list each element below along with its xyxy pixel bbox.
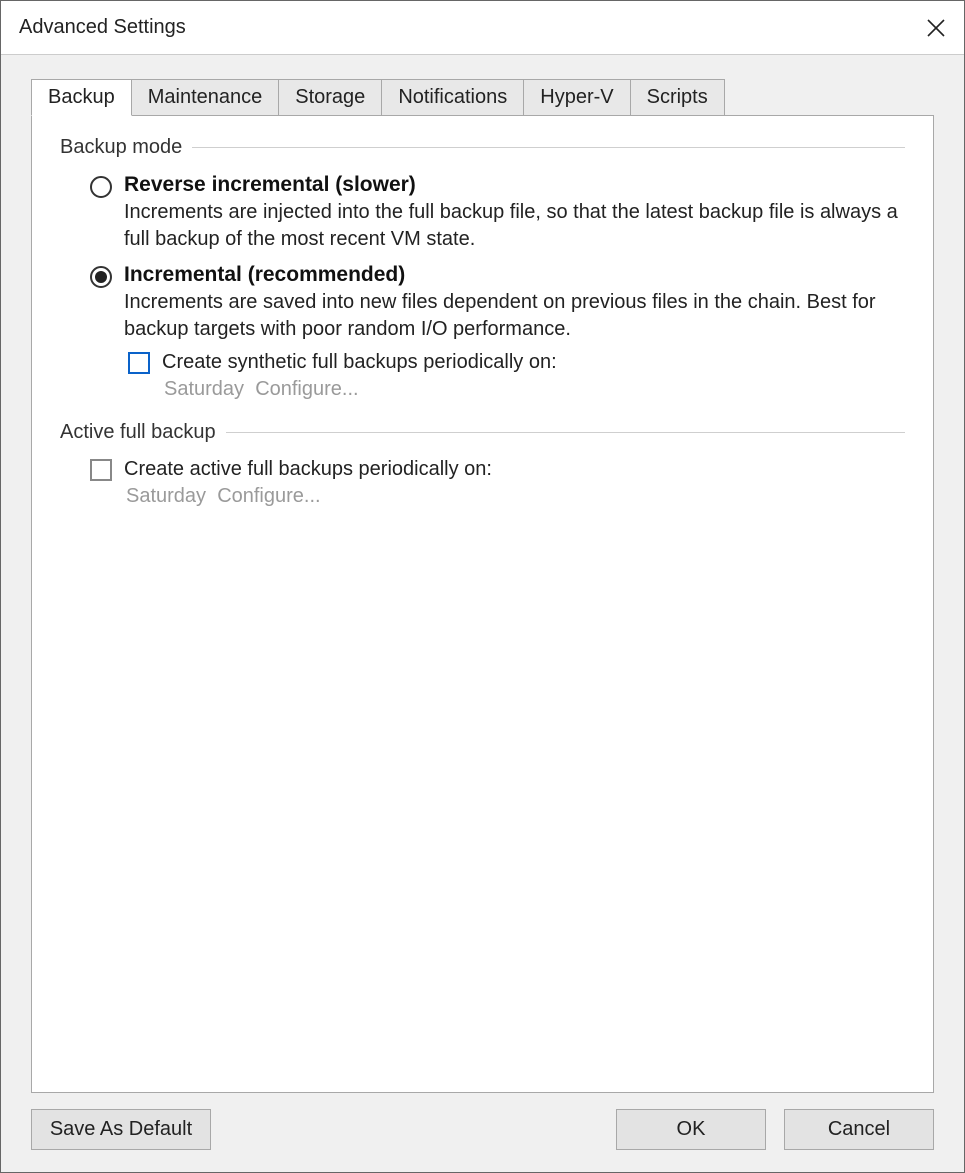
tab-storage[interactable]: Storage [278, 79, 382, 116]
window-title: Advanced Settings [19, 16, 186, 39]
checkbox-synthetic-full[interactable] [128, 352, 150, 374]
close-icon[interactable] [908, 1, 964, 55]
radio-reverse-incremental[interactable] [90, 176, 112, 198]
button-bar: Save As Default OK Cancel [1, 1093, 964, 1172]
titlebar: Advanced Settings [1, 1, 964, 55]
option-reverse-incremental[interactable]: Reverse incremental (slower) Increments … [60, 173, 905, 253]
synthetic-schedule-line: Saturday Configure... [60, 378, 905, 401]
save-as-default-button[interactable]: Save As Default [31, 1109, 211, 1150]
group-title-active-full: Active full backup [60, 421, 226, 444]
tab-strip: Backup Maintenance Storage Notifications… [31, 79, 934, 116]
active-full-configure-link[interactable]: Configure... [217, 485, 320, 507]
active-full-row: Create active full backups periodically … [60, 458, 905, 481]
option-title: Reverse incremental (slower) [124, 173, 905, 197]
tab-maintenance[interactable]: Maintenance [131, 79, 280, 116]
option-incremental[interactable]: Incremental (recommended) Increments are… [60, 263, 905, 343]
option-title: Incremental (recommended) [124, 263, 905, 287]
group-active-full: Active full backup Create active full ba… [60, 421, 905, 508]
cancel-button[interactable]: Cancel [784, 1109, 934, 1150]
ok-button[interactable]: OK [616, 1109, 766, 1150]
tab-notifications[interactable]: Notifications [381, 79, 524, 116]
tab-hyper-v[interactable]: Hyper-V [523, 79, 630, 116]
divider [226, 432, 905, 433]
synthetic-configure-link[interactable]: Configure... [255, 378, 358, 400]
divider [192, 147, 905, 148]
group-backup-mode: Backup mode Reverse incremental (slower)… [60, 136, 905, 401]
synthetic-full-row: Create synthetic full backups periodical… [60, 351, 905, 374]
active-full-schedule-line: Saturday Configure... [60, 485, 905, 508]
checkbox-label: Create active full backups periodically … [112, 458, 492, 481]
tab-scripts[interactable]: Scripts [630, 79, 725, 116]
group-title-backup-mode: Backup mode [60, 136, 192, 159]
checkbox-active-full[interactable] [90, 459, 112, 481]
tab-backup[interactable]: Backup [31, 79, 132, 116]
advanced-settings-dialog: Advanced Settings Backup Maintenance Sto… [0, 0, 965, 1173]
option-description: Increments are saved into new files depe… [124, 289, 905, 343]
active-full-day: Saturday [126, 485, 206, 507]
tab-panel-backup: Backup mode Reverse incremental (slower)… [31, 115, 934, 1093]
radio-incremental[interactable] [90, 266, 112, 288]
dialog-body: Backup Maintenance Storage Notifications… [1, 55, 964, 1093]
checkbox-label: Create synthetic full backups periodical… [150, 351, 557, 374]
option-description: Increments are injected into the full ba… [124, 199, 905, 253]
synthetic-day: Saturday [164, 378, 244, 400]
